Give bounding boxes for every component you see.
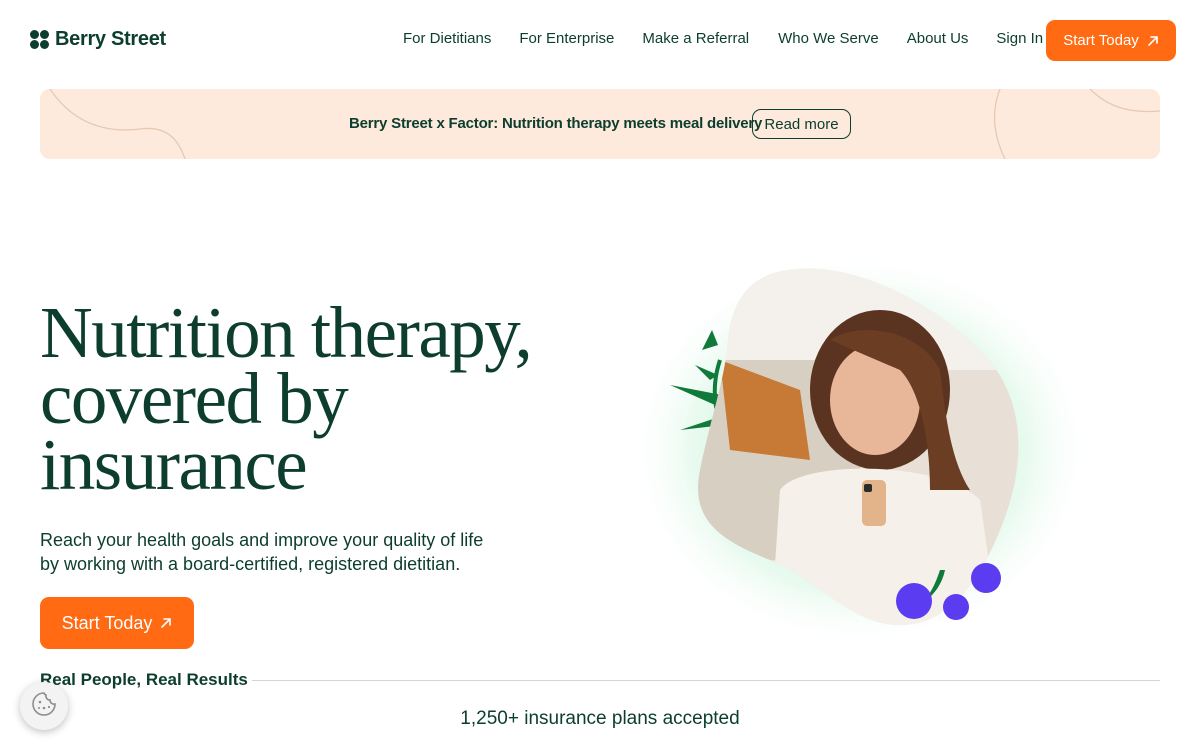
- arrow-up-right-icon: [160, 617, 172, 629]
- hero-title: Nutrition therapy, covered by insurance: [40, 296, 560, 501]
- hero-start-today-label: Start Today: [61, 612, 153, 633]
- nav-start-today-button[interactable]: Start Today: [1046, 20, 1176, 61]
- results-heading: Real People, Real Results: [40, 670, 252, 690]
- logo-mark-icon: [30, 30, 49, 49]
- nav-link-about-us[interactable]: About Us: [907, 30, 969, 47]
- nav-link-for-enterprise[interactable]: For Enterprise: [519, 30, 614, 47]
- cookie-icon: [30, 690, 58, 723]
- nav-links: For Dietitians For Enterprise Make a Ref…: [403, 30, 1043, 47]
- hero-start-today-button[interactable]: Start Today: [40, 597, 194, 649]
- announcement-banner: Berry Street x Factor: Nutrition therapy…: [40, 89, 1160, 159]
- read-more-button[interactable]: Read more: [752, 109, 851, 139]
- hero-title-line-3: insurance: [40, 424, 308, 505]
- hero-subtitle: Reach your health goals and improve your…: [40, 530, 484, 574]
- nav-link-who-we-serve[interactable]: Who We Serve: [778, 30, 879, 47]
- nav-link-sign-in[interactable]: Sign In: [996, 30, 1043, 47]
- cookie-settings-button[interactable]: [20, 682, 68, 730]
- brand-logo[interactable]: Berry Street: [30, 28, 166, 51]
- nav-link-make-a-referral[interactable]: Make a Referral: [642, 30, 749, 47]
- top-navigation: Berry Street For Dietitians For Enterpri…: [0, 0, 1200, 80]
- nav-start-today-label: Start Today: [1063, 32, 1139, 49]
- nav-link-for-dietitians[interactable]: For Dietitians: [403, 30, 491, 47]
- section-divider: [230, 680, 1160, 681]
- hero-photo: [600, 240, 1100, 650]
- banner-text: Berry Street x Factor: Nutrition therapy…: [349, 115, 763, 132]
- brand-name: Berry Street: [55, 28, 166, 50]
- arrow-up-right-icon: [1147, 35, 1159, 47]
- insurance-plans-text: 1,250+ insurance plans accepted: [460, 708, 740, 729]
